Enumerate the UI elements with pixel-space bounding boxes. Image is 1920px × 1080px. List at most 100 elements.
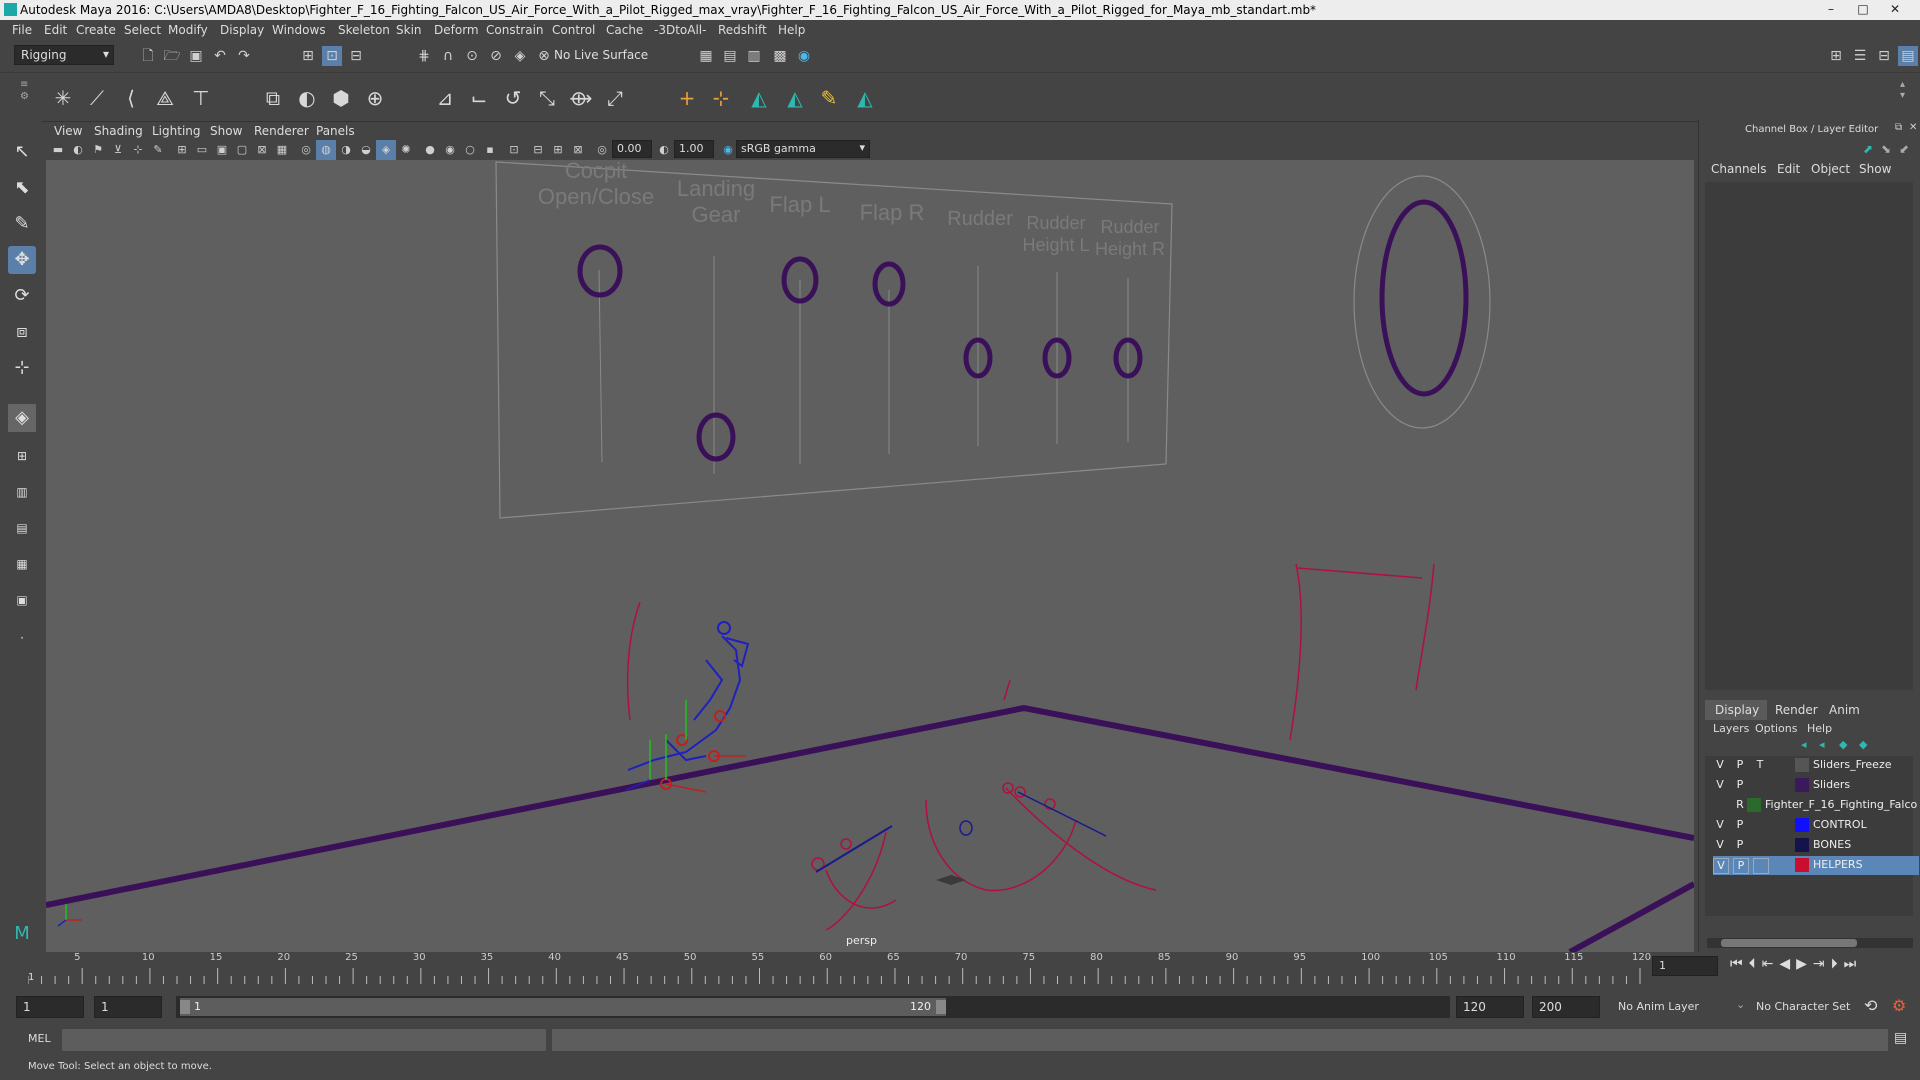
perspective-viewport[interactable]: Cocpit Open/Close Landing Gear Flap L Fl… xyxy=(46,160,1694,952)
persp-graph-layout-icon[interactable]: ▤ xyxy=(8,514,36,542)
layer-color-swatch[interactable] xyxy=(1795,838,1809,852)
2d-pan-zoom-icon[interactable]: ⊹ xyxy=(128,140,148,160)
step-forward-key-icon[interactable]: ⇥ xyxy=(1813,956,1831,972)
maximize-button[interactable]: □ xyxy=(1850,0,1876,18)
viewport-menu-view[interactable]: View xyxy=(54,124,82,138)
layer-playback-toggle[interactable]: P xyxy=(1733,818,1747,832)
smooth-shade-icon[interactable]: ◍ xyxy=(316,140,336,160)
orient-constraint-icon[interactable]: ↺ xyxy=(498,83,528,113)
time-slider[interactable]: 1 1 ⏮⏴⇤◀▶⇥⏵⏭ 5 10 15 20 25 30 35 40 45 50 55 60 65 70… xyxy=(0,952,1920,994)
menu-file[interactable]: File xyxy=(12,23,32,37)
rotate-tool-icon[interactable]: ⟳ xyxy=(8,282,36,310)
move-tool-icon[interactable]: ✥ xyxy=(8,246,36,274)
character-set-dropdown[interactable]: No Character Set xyxy=(1756,1000,1850,1013)
save-scene-icon[interactable]: ▣ xyxy=(186,46,206,66)
menu-skeleton[interactable]: Skeleton xyxy=(338,23,390,37)
gamma-icon[interactable]: ◐ xyxy=(654,140,674,160)
viewport-menu-shading[interactable]: Shading xyxy=(94,124,143,138)
anim-layer-dropdown[interactable]: No Anim Layer xyxy=(1618,1000,1699,1013)
snap-view-plane-icon[interactable]: ⊘ xyxy=(486,46,506,66)
3dtoall-tool-3-icon[interactable]: ✎ xyxy=(814,83,844,113)
menu-set-dropdown[interactable]: Rigging ▾ xyxy=(14,45,114,65)
slider-handle-cockpit[interactable] xyxy=(577,244,623,298)
current-frame-field[interactable]: 1 xyxy=(1652,956,1718,976)
aim-constraint-icon[interactable]: ⌙ xyxy=(464,83,494,113)
layer-row[interactable]: V P Sliders xyxy=(1713,776,1919,795)
bookmark-icon[interactable]: ⚑ xyxy=(88,140,108,160)
3dtoall-tool-2-icon[interactable]: ◭ xyxy=(780,83,810,113)
resolution-gate-icon[interactable]: ▣ xyxy=(212,140,232,160)
float-panel-icon[interactable]: ⧉ xyxy=(1895,122,1902,133)
viewport-menu-panels[interactable]: Panels xyxy=(316,124,355,138)
helper-point-2[interactable] xyxy=(840,838,852,850)
new-layer-selected-icon[interactable]: ◆ xyxy=(1859,738,1867,751)
hypershade-icon[interactable]: ◉ xyxy=(794,46,814,66)
range-slider-track[interactable]: 1 120 xyxy=(176,996,1450,1018)
safe-action-icon[interactable]: ▦ xyxy=(272,140,292,160)
layer-tab-anim[interactable]: Anim xyxy=(1829,703,1860,717)
layer-tab-render[interactable]: Render xyxy=(1775,703,1818,717)
modeling-toolkit-icon[interactable]: ⊞ xyxy=(1826,46,1846,66)
script-editor-icon[interactable]: ▤ xyxy=(1894,1030,1907,1046)
menu-redshift[interactable]: Redshift xyxy=(718,23,767,37)
render-frame-icon[interactable]: ▤ xyxy=(720,46,740,66)
3dtoall-tool-1-icon[interactable]: ◭ xyxy=(744,83,774,113)
layer-row[interactable]: R Fighter_F_16_Fighting_Falco xyxy=(1713,796,1919,815)
menu-modify[interactable]: Modify xyxy=(168,23,208,37)
bone-center-marker[interactable] xyxy=(959,820,973,836)
layer-playback-toggle[interactable]: P xyxy=(1733,778,1747,792)
last-tool-icon[interactable]: ⊹ xyxy=(8,354,36,382)
wireframe-icon[interactable]: ◎ xyxy=(296,140,316,160)
exposure-field[interactable]: 0.00 xyxy=(612,140,652,158)
layer-tab-display[interactable]: Display xyxy=(1715,703,1759,717)
image-plane-icon[interactable]: ⊻ xyxy=(108,140,128,160)
menu-edit[interactable]: Edit xyxy=(44,23,67,37)
layer-visibility-toggle[interactable] xyxy=(1713,798,1727,812)
play-backwards-icon[interactable]: ◀ xyxy=(1779,956,1796,972)
layer-visibility-toggle[interactable]: V xyxy=(1713,838,1727,852)
scale-tool-icon[interactable]: ⧈ xyxy=(8,318,36,346)
playback-end-field[interactable]: 120 xyxy=(1456,996,1524,1018)
color-management-icon[interactable]: ◉ xyxy=(718,140,738,160)
live-surface-label[interactable]: No Live Surface xyxy=(554,48,648,62)
menu-help[interactable]: Help xyxy=(778,23,805,37)
parent-constraint-icon[interactable]: ⟴ xyxy=(566,83,596,113)
insert-joint-icon[interactable]: ⟁ xyxy=(150,83,180,113)
menu-control[interactable]: Control xyxy=(552,23,595,37)
point-constraint-icon[interactable]: ⊿ xyxy=(430,83,460,113)
animation-end-field[interactable]: 200 xyxy=(1532,996,1600,1018)
animation-preferences-icon[interactable]: ⚙ xyxy=(1892,996,1906,1015)
step-back-frame-icon[interactable]: ⏴ xyxy=(1749,956,1762,972)
layer-horizontal-scrollbar[interactable] xyxy=(1707,938,1913,948)
cb-menu-edit[interactable]: Edit xyxy=(1777,162,1800,176)
open-scene-icon[interactable]: 🗁 xyxy=(162,46,182,66)
render-settings-icon[interactable]: ▦ xyxy=(696,46,716,66)
snap-grid-icon[interactable]: ⋕ xyxy=(414,46,434,66)
range-slider-handle[interactable]: 1 120 xyxy=(180,998,946,1016)
layer-color-swatch[interactable] xyxy=(1747,798,1761,812)
snap-surface-icon[interactable]: ◈ xyxy=(510,46,530,66)
depth-of-field-icon[interactable]: ▪ xyxy=(480,140,500,160)
bind-skin-icon[interactable]: ⧉ xyxy=(258,83,288,113)
slider-handle-landing-gear[interactable] xyxy=(696,412,736,462)
minimize-button[interactable]: – xyxy=(1818,0,1844,18)
lattice-icon[interactable]: ⬢ xyxy=(326,83,356,113)
isolate-select-icon[interactable]: ⊡ xyxy=(504,140,524,160)
go-to-start-icon[interactable]: ⏮ xyxy=(1730,956,1749,972)
go-to-end-icon[interactable]: ⏭ xyxy=(1844,956,1863,972)
layer-visibility-toggle[interactable]: V xyxy=(1713,818,1727,832)
menu-create[interactable]: Create xyxy=(76,23,116,37)
channel-box-icon[interactable]: ▤ xyxy=(1898,46,1918,66)
layer-color-swatch[interactable] xyxy=(1795,758,1809,772)
layer-visibility-toggle[interactable]: V xyxy=(1713,778,1727,792)
select-component-icon[interactable]: ⊟ xyxy=(346,46,366,66)
3dtoall-tool-4-icon[interactable]: ◭ xyxy=(850,83,880,113)
menu-select[interactable]: Select xyxy=(124,23,161,37)
textured-icon[interactable]: ◒ xyxy=(356,140,376,160)
channel-box-tool-1-icon[interactable]: ⬈ xyxy=(1863,142,1873,156)
close-button[interactable]: ✕ xyxy=(1882,0,1908,18)
move-layer-down-icon[interactable]: ◂ xyxy=(1819,738,1825,751)
color-space-dropdown[interactable]: sRGB gamma ▾ xyxy=(736,140,870,158)
render-view-icon[interactable]: ▩ xyxy=(770,46,790,66)
main-control-ring[interactable] xyxy=(1379,199,1469,397)
